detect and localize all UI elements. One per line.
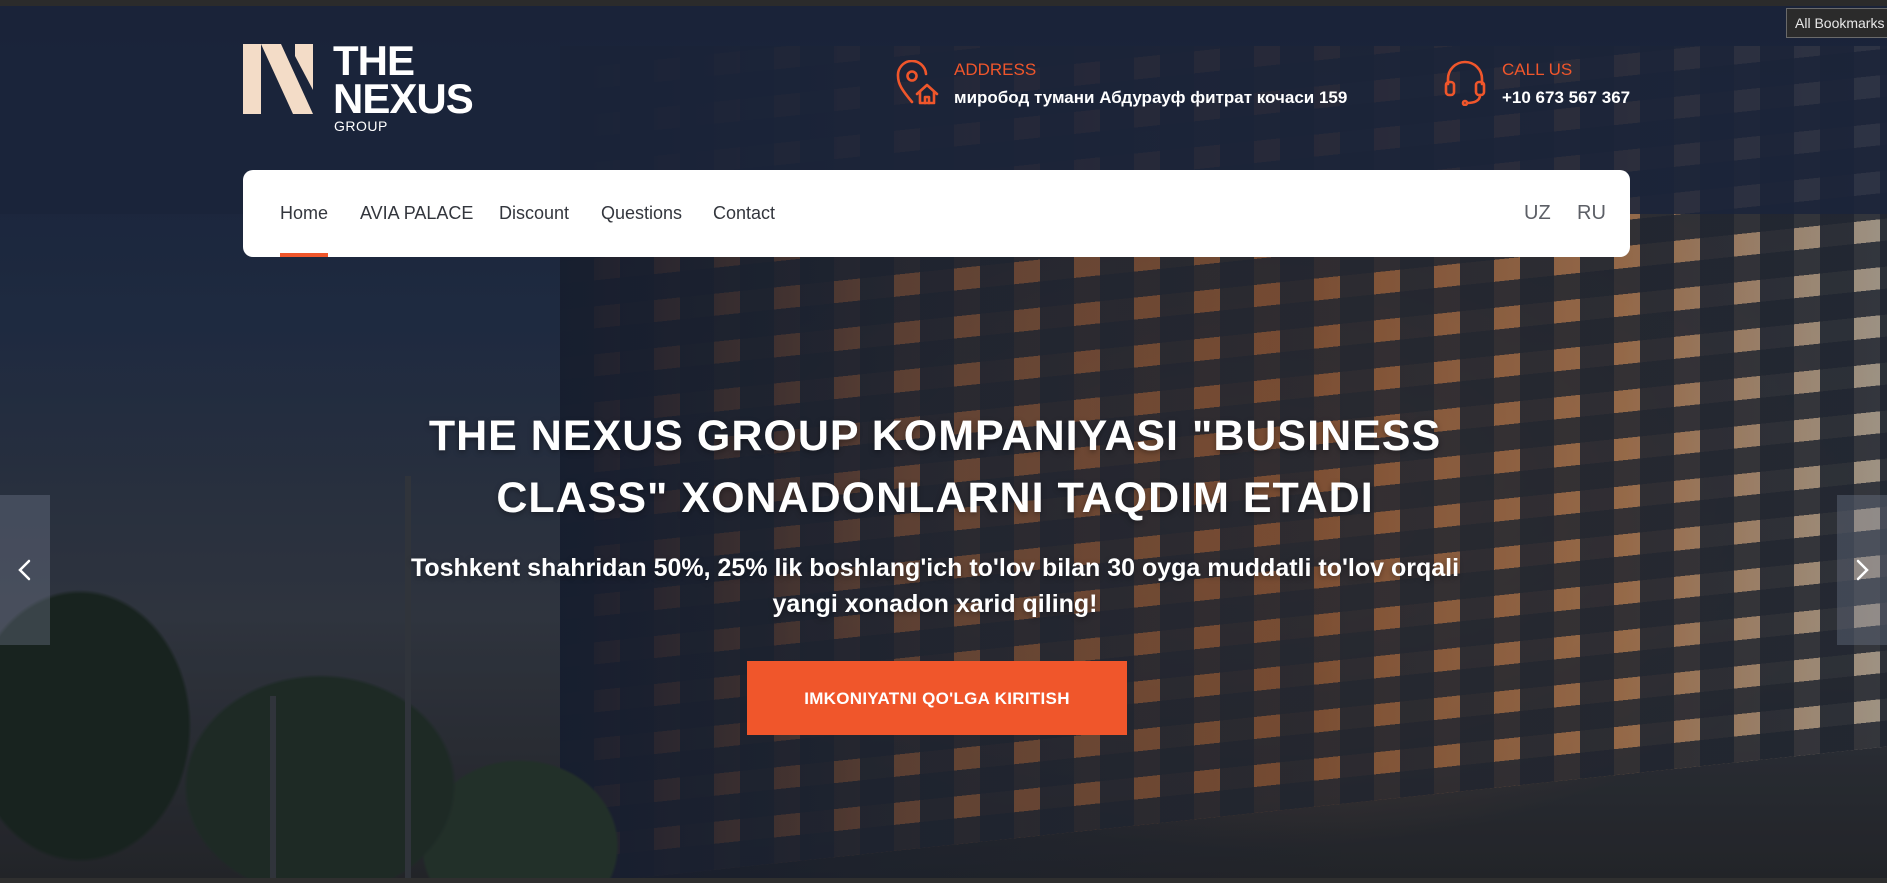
brand-line-2: NEXUS	[333, 75, 474, 122]
nav-item-questions[interactable]: Questions	[601, 170, 682, 257]
hero-subtitle-line-2: yangi xonadon xarid qiling!	[772, 590, 1098, 618]
address-value: миробод тумани Абдурауф фитрат кочаси 15…	[954, 88, 1348, 107]
slider-prev-button[interactable]	[0, 495, 50, 645]
nav-item-home[interactable]: Home	[280, 170, 329, 257]
address-block: ADDRESS миробод тумани Абдурауф фитрат к…	[895, 56, 1375, 116]
cta-button[interactable]: IMKONIYATNI QO'LGA KIRITISH	[747, 661, 1127, 735]
nav-item-discount[interactable]: Discount	[499, 170, 569, 257]
brand-logo[interactable]: THE NEXUS GROUP	[243, 40, 505, 136]
hero-title-line-2: CLASS" XONADONLARNI TAQDIM ETADI	[496, 474, 1374, 522]
location-home-icon	[896, 60, 939, 105]
slider-next-button[interactable]	[1837, 495, 1887, 645]
nav-item-avia-palace[interactable]: AVIA PALACE	[360, 170, 473, 257]
hero-title-line-1: THE NEXUS GROUP KOMPANIYASI "BUSINESS	[428, 412, 1442, 460]
brand-name: THE NEXUS	[333, 40, 474, 122]
language-ru[interactable]: RU	[1577, 170, 1606, 257]
headset-icon	[1444, 60, 1486, 106]
phone-number[interactable]: +10 673 567 367	[1502, 88, 1630, 108]
chevron-left-icon	[18, 559, 31, 581]
hero-title: THE NEXUS GROUP KOMPANIYASI "BUSINESS CL…	[380, 405, 1490, 529]
browser-bottom-edge	[0, 878, 1887, 883]
main-navigation: Home AVIA PALACE Discount Questions Cont…	[243, 170, 1630, 257]
brand-line-3: GROUP	[334, 118, 388, 134]
all-bookmarks-button[interactable]: All Bookmarks	[1786, 8, 1887, 38]
hero-subtitle: Toshkent shahridan 50%, 25% lik boshlang…	[400, 550, 1470, 622]
call-us-block: CALL US +10 673 567 367	[1443, 56, 1643, 116]
nexus-n-logo-icon	[243, 44, 313, 114]
nav-item-contact[interactable]: Contact	[713, 170, 775, 257]
hero-subtitle-line-1: Toshkent shahridan 50%, 25% lik boshlang…	[410, 554, 1460, 582]
address-label: ADDRESS	[954, 60, 1037, 79]
call-us-label: CALL US	[1502, 60, 1573, 79]
chevron-right-icon	[1856, 559, 1869, 581]
language-uz[interactable]: UZ	[1524, 170, 1551, 257]
